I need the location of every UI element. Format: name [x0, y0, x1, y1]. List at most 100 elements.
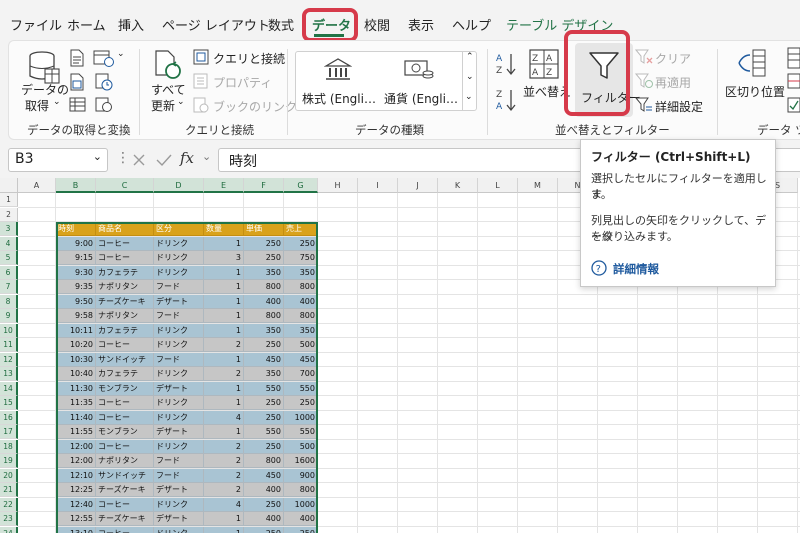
table-cell[interactable]: 800: [284, 280, 318, 294]
table-cell[interactable]: ナポリタン: [96, 454, 154, 468]
table-cell[interactable]: 12:00: [56, 439, 96, 454]
row-header-8[interactable]: 8: [0, 294, 18, 309]
table-cell[interactable]: 250: [284, 396, 318, 410]
table-cell[interactable]: 1: [204, 512, 244, 526]
column-header-k[interactable]: K: [438, 178, 478, 193]
table-cell[interactable]: 550: [284, 381, 318, 396]
table-cell[interactable]: 750: [284, 251, 318, 265]
tab-data[interactable]: データ: [312, 15, 351, 34]
tab-page-layout[interactable]: ページ レイアウト: [162, 15, 270, 34]
table-cell[interactable]: 9:30: [56, 265, 96, 280]
table-cell[interactable]: フード: [154, 454, 204, 468]
get-data-label-2[interactable]: 取得: [25, 97, 49, 114]
tab-table-design[interactable]: テーブル デザイン: [506, 15, 613, 34]
select-all-corner[interactable]: [0, 178, 18, 193]
tab-formulas[interactable]: 数式: [268, 15, 294, 34]
table-header-cell[interactable]: 時刻: [56, 222, 96, 236]
existing-connections-icon[interactable]: [69, 97, 87, 113]
data-validation-icon[interactable]: [787, 97, 800, 113]
table-cell[interactable]: 11:55: [56, 425, 96, 439]
bank-icon[interactable]: [324, 58, 352, 82]
table-cell[interactable]: チーズケーキ: [96, 294, 154, 309]
table-cell[interactable]: 9:00: [56, 236, 96, 251]
table-cell[interactable]: コーヒー: [96, 497, 154, 512]
more-options-icon[interactable]: ⋮: [116, 150, 130, 166]
table-cell[interactable]: 4: [204, 497, 244, 512]
table-cell[interactable]: チーズケーキ: [96, 483, 154, 497]
row-header-5[interactable]: 5: [0, 251, 18, 265]
chevron-down-icon[interactable]: ⌄: [202, 150, 211, 163]
table-cell[interactable]: 11:40: [56, 410, 96, 425]
column-header-j[interactable]: J: [398, 178, 438, 193]
sort-label[interactable]: 並べ替え: [523, 83, 571, 100]
table-cell[interactable]: ドリンク: [154, 410, 204, 425]
table-header-cell[interactable]: 単価: [244, 222, 284, 236]
from-web-icon[interactable]: [93, 49, 115, 67]
table-header-cell[interactable]: 数量: [204, 222, 244, 236]
tab-insert[interactable]: 挿入: [118, 15, 144, 34]
row-header-10[interactable]: 10: [0, 323, 18, 338]
table-cell[interactable]: フード: [154, 309, 204, 323]
table-header-cell[interactable]: 区分: [154, 222, 204, 236]
table-cell[interactable]: 400: [284, 512, 318, 526]
insert-function-icon[interactable]: fx: [180, 149, 194, 167]
table-cell[interactable]: 1: [204, 352, 244, 367]
from-text-icon[interactable]: [69, 49, 85, 67]
table-cell[interactable]: ドリンク: [154, 396, 204, 410]
row-header-2[interactable]: 2: [0, 207, 18, 222]
table-cell[interactable]: デザート: [154, 425, 204, 439]
row-header-15[interactable]: 15: [0, 396, 18, 410]
table-cell[interactable]: 250: [244, 338, 284, 352]
table-cell[interactable]: ドリンク: [154, 439, 204, 454]
table-cell[interactable]: 400: [244, 294, 284, 309]
column-header-f[interactable]: F: [244, 178, 284, 193]
advanced-filter-icon[interactable]: [635, 97, 653, 113]
table-cell[interactable]: 2: [204, 468, 244, 483]
row-header-20[interactable]: 20: [0, 468, 18, 483]
table-cell[interactable]: 1: [204, 323, 244, 338]
table-cell[interactable]: 250: [284, 236, 318, 251]
table-cell[interactable]: 2: [204, 483, 244, 497]
row-header-18[interactable]: 18: [0, 439, 18, 454]
table-cell[interactable]: 1: [204, 425, 244, 439]
table-cell[interactable]: 1: [204, 280, 244, 294]
table-cell[interactable]: 450: [244, 352, 284, 367]
column-header-a[interactable]: A: [18, 178, 56, 193]
table-cell[interactable]: 1: [204, 396, 244, 410]
table-cell[interactable]: 1000: [284, 497, 318, 512]
table-cell[interactable]: 350: [244, 367, 284, 381]
table-cell[interactable]: チーズケーキ: [96, 512, 154, 526]
tab-view[interactable]: 表示: [408, 15, 434, 34]
table-cell[interactable]: 12:40: [56, 497, 96, 512]
get-data-icon[interactable]: [27, 49, 61, 85]
table-cell[interactable]: 800: [284, 309, 318, 323]
column-header-d[interactable]: D: [154, 178, 204, 193]
column-header-m[interactable]: M: [518, 178, 558, 193]
table-cell[interactable]: モンブラン: [96, 425, 154, 439]
row-header-16[interactable]: 16: [0, 410, 18, 425]
row-header-19[interactable]: 19: [0, 454, 18, 468]
table-cell[interactable]: 500: [284, 439, 318, 454]
queries-connections-icon[interactable]: [193, 49, 209, 65]
table-cell[interactable]: 12:25: [56, 483, 96, 497]
table-cell[interactable]: ドリンク: [154, 367, 204, 381]
remove-duplicates-icon[interactable]: [787, 73, 800, 89]
table-cell[interactable]: コーヒー: [96, 410, 154, 425]
from-picture-icon[interactable]: [95, 97, 113, 113]
chevron-down-icon[interactable]: ⌄: [177, 97, 185, 107]
sort-ascending-icon[interactable]: A Z: [495, 51, 517, 77]
row-header-3[interactable]: 3: [0, 222, 18, 236]
row-header-12[interactable]: 12: [0, 352, 18, 367]
row-header-21[interactable]: 21: [0, 483, 18, 497]
table-cell[interactable]: 1: [204, 526, 244, 533]
row-header-6[interactable]: 6: [0, 265, 18, 280]
cancel-icon[interactable]: [132, 153, 146, 167]
chevron-down-icon[interactable]: ⌄: [53, 97, 61, 107]
table-cell[interactable]: 400: [284, 294, 318, 309]
table-cell[interactable]: ドリンク: [154, 338, 204, 352]
table-cell[interactable]: 400: [244, 483, 284, 497]
refresh-all-label-1[interactable]: すべて: [151, 81, 186, 98]
table-cell[interactable]: 250: [244, 439, 284, 454]
currency-icon[interactable]: [404, 58, 434, 82]
chevron-down-icon[interactable]: ⌄: [93, 150, 102, 163]
